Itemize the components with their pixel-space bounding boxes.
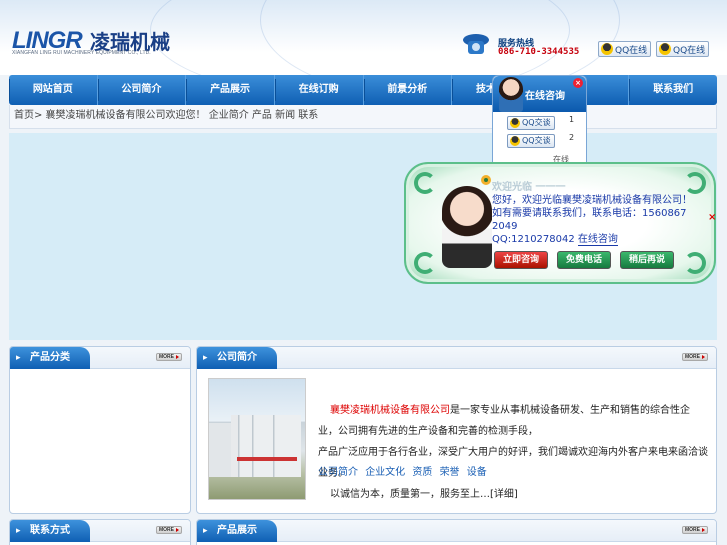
chat-invitation-popup: 欢迎光临 一一一 您好，欢迎光临襄樊凌瑞机械设备有限公司！如有需要请联系我们，联…: [404, 162, 716, 284]
panel-header: 产品分类 MORE: [10, 347, 190, 369]
qq-online-button[interactable]: QQ在线: [598, 41, 652, 57]
nav-item-contact[interactable]: 联系我们: [629, 75, 717, 105]
decorative-curl: [414, 172, 436, 194]
free-call-button[interactable]: 免费电话: [557, 251, 611, 269]
qq-penguin-icon: [601, 43, 613, 55]
qq-penguin-icon: [659, 43, 671, 55]
service-agent-photo: [442, 186, 492, 268]
detail-link[interactable]: [详细]: [490, 489, 518, 500]
nav-item-analysis[interactable]: 前景分析: [363, 75, 453, 105]
company-intro-panel: 公司简介 MORE 襄樊凌瑞机械设备有限公司是一家专业从事机械设备研发、生产和销…: [196, 346, 717, 514]
intro-link[interactable]: 荣誉: [440, 467, 460, 478]
close-icon[interactable]: ×: [708, 212, 718, 223]
chat-logo-icon: [481, 175, 491, 185]
close-icon[interactable]: ×: [573, 78, 583, 88]
more-button[interactable]: MORE: [156, 526, 182, 534]
photo-building: [231, 415, 301, 477]
site-header: LINGR 凌瑞机械 XIANGFAN LING RUI MACHINERY E…: [0, 0, 727, 75]
company-building-photo[interactable]: [208, 378, 306, 500]
invitation-message-text: 您好，欢迎光临襄樊凌瑞机械设备有限公司！如有需要请联系我们，联系电话：15608…: [492, 195, 692, 232]
photo-sign: [237, 457, 297, 461]
hotline-number: 086-710-3344535: [498, 47, 580, 57]
invitation-qq: QQ:1210278042: [492, 234, 575, 245]
breadcrumb: 首页> 襄樊凌瑞机械设备有限公司欢迎您！ 企业简介 产品 新闻 联系: [9, 105, 717, 129]
telephone-icon: [463, 34, 489, 54]
intro-links: 公司简介 企业文化 资质 荣誉 设备: [318, 463, 491, 478]
intro-link[interactable]: 资质: [412, 467, 432, 478]
panel-title: 公司简介: [197, 347, 277, 369]
consult-now-button[interactable]: 立即咨询: [494, 251, 548, 269]
nav-item-order[interactable]: 在线订购: [274, 75, 364, 105]
more-button[interactable]: MORE: [156, 353, 182, 361]
qq-chat-row: QQ交谈 2: [507, 133, 574, 148]
decorative-curl: [684, 172, 706, 194]
consult-widget-title: 在线咨询: [525, 91, 565, 102]
intro-link[interactable]: 设备: [467, 467, 487, 478]
logo-subtitle: XIANGFAN LING RUI MACHINERY EQUIPMENT CO…: [12, 50, 151, 56]
invitation-title: 欢迎光临 一一一: [492, 182, 566, 193]
later-button[interactable]: 稍后再说: [620, 251, 674, 269]
panel-header: 产品展示 MORE: [197, 520, 716, 542]
panel-title: 产品展示: [197, 520, 277, 542]
online-consult-widget: 在线咨询 × QQ交谈 1 QQ交谈 2 在线: [492, 75, 587, 175]
qq-chat-button[interactable]: QQ交谈: [507, 134, 555, 148]
invitation-message: 您好，欢迎光临襄樊凌瑞机械设备有限公司！如有需要请联系我们，联系电话：15608…: [492, 194, 692, 246]
panel-header: 联系方式 MORE: [10, 520, 190, 542]
contact-panel: 联系方式 MORE: [9, 519, 191, 545]
intro-link[interactable]: 公司简介: [318, 467, 358, 478]
qq-online-label: QQ在线: [615, 46, 648, 56]
photo-building-left: [209, 423, 233, 477]
panel-header: 公司简介 MORE: [197, 347, 716, 369]
intro-line-3: 以诚信为本，质量第一，服务至上…: [330, 489, 490, 500]
nav-item-products[interactable]: 产品展示: [186, 75, 275, 105]
product-showcase-panel: 产品展示 MORE: [196, 519, 717, 545]
consult-widget-header: 在线咨询 ×: [493, 76, 586, 112]
qq-row-number: 2: [569, 133, 575, 142]
qq-chat-row: QQ交谈 1: [507, 115, 574, 130]
header-decoration: [260, 0, 620, 75]
panel-title: 联系方式: [10, 520, 90, 542]
qq-online-button[interactable]: QQ在线: [656, 41, 710, 57]
decorative-curl: [684, 252, 706, 274]
qq-online-label: QQ在线: [673, 46, 706, 56]
qq-chat-button[interactable]: QQ交谈: [507, 116, 555, 130]
qq-row-number: 1: [569, 115, 575, 124]
invitation-qq-link[interactable]: 在线咨询: [577, 234, 618, 246]
panel-title: 产品分类: [10, 347, 90, 369]
nav-item-about[interactable]: 公司简介: [97, 75, 187, 105]
intro-link[interactable]: 企业文化: [365, 467, 405, 478]
company-name-highlight[interactable]: 襄樊凌瑞机械设备有限公司: [330, 405, 450, 416]
product-category-panel: 产品分类 MORE: [9, 346, 191, 514]
company-intro-text: 襄樊凌瑞机械设备有限公司是一家专业从事机械设备研发、生产和销售的综合性企业，公司…: [318, 400, 708, 505]
more-button[interactable]: MORE: [682, 353, 708, 361]
service-agent-avatar: [499, 77, 523, 112]
more-button[interactable]: MORE: [682, 526, 708, 534]
main-navigation: 网站首页 公司简介 产品展示 在线订购 前景分析 技术支持 联系我们: [9, 75, 717, 105]
nav-item-home[interactable]: 网站首页: [9, 75, 98, 105]
decorative-curl: [414, 252, 436, 274]
